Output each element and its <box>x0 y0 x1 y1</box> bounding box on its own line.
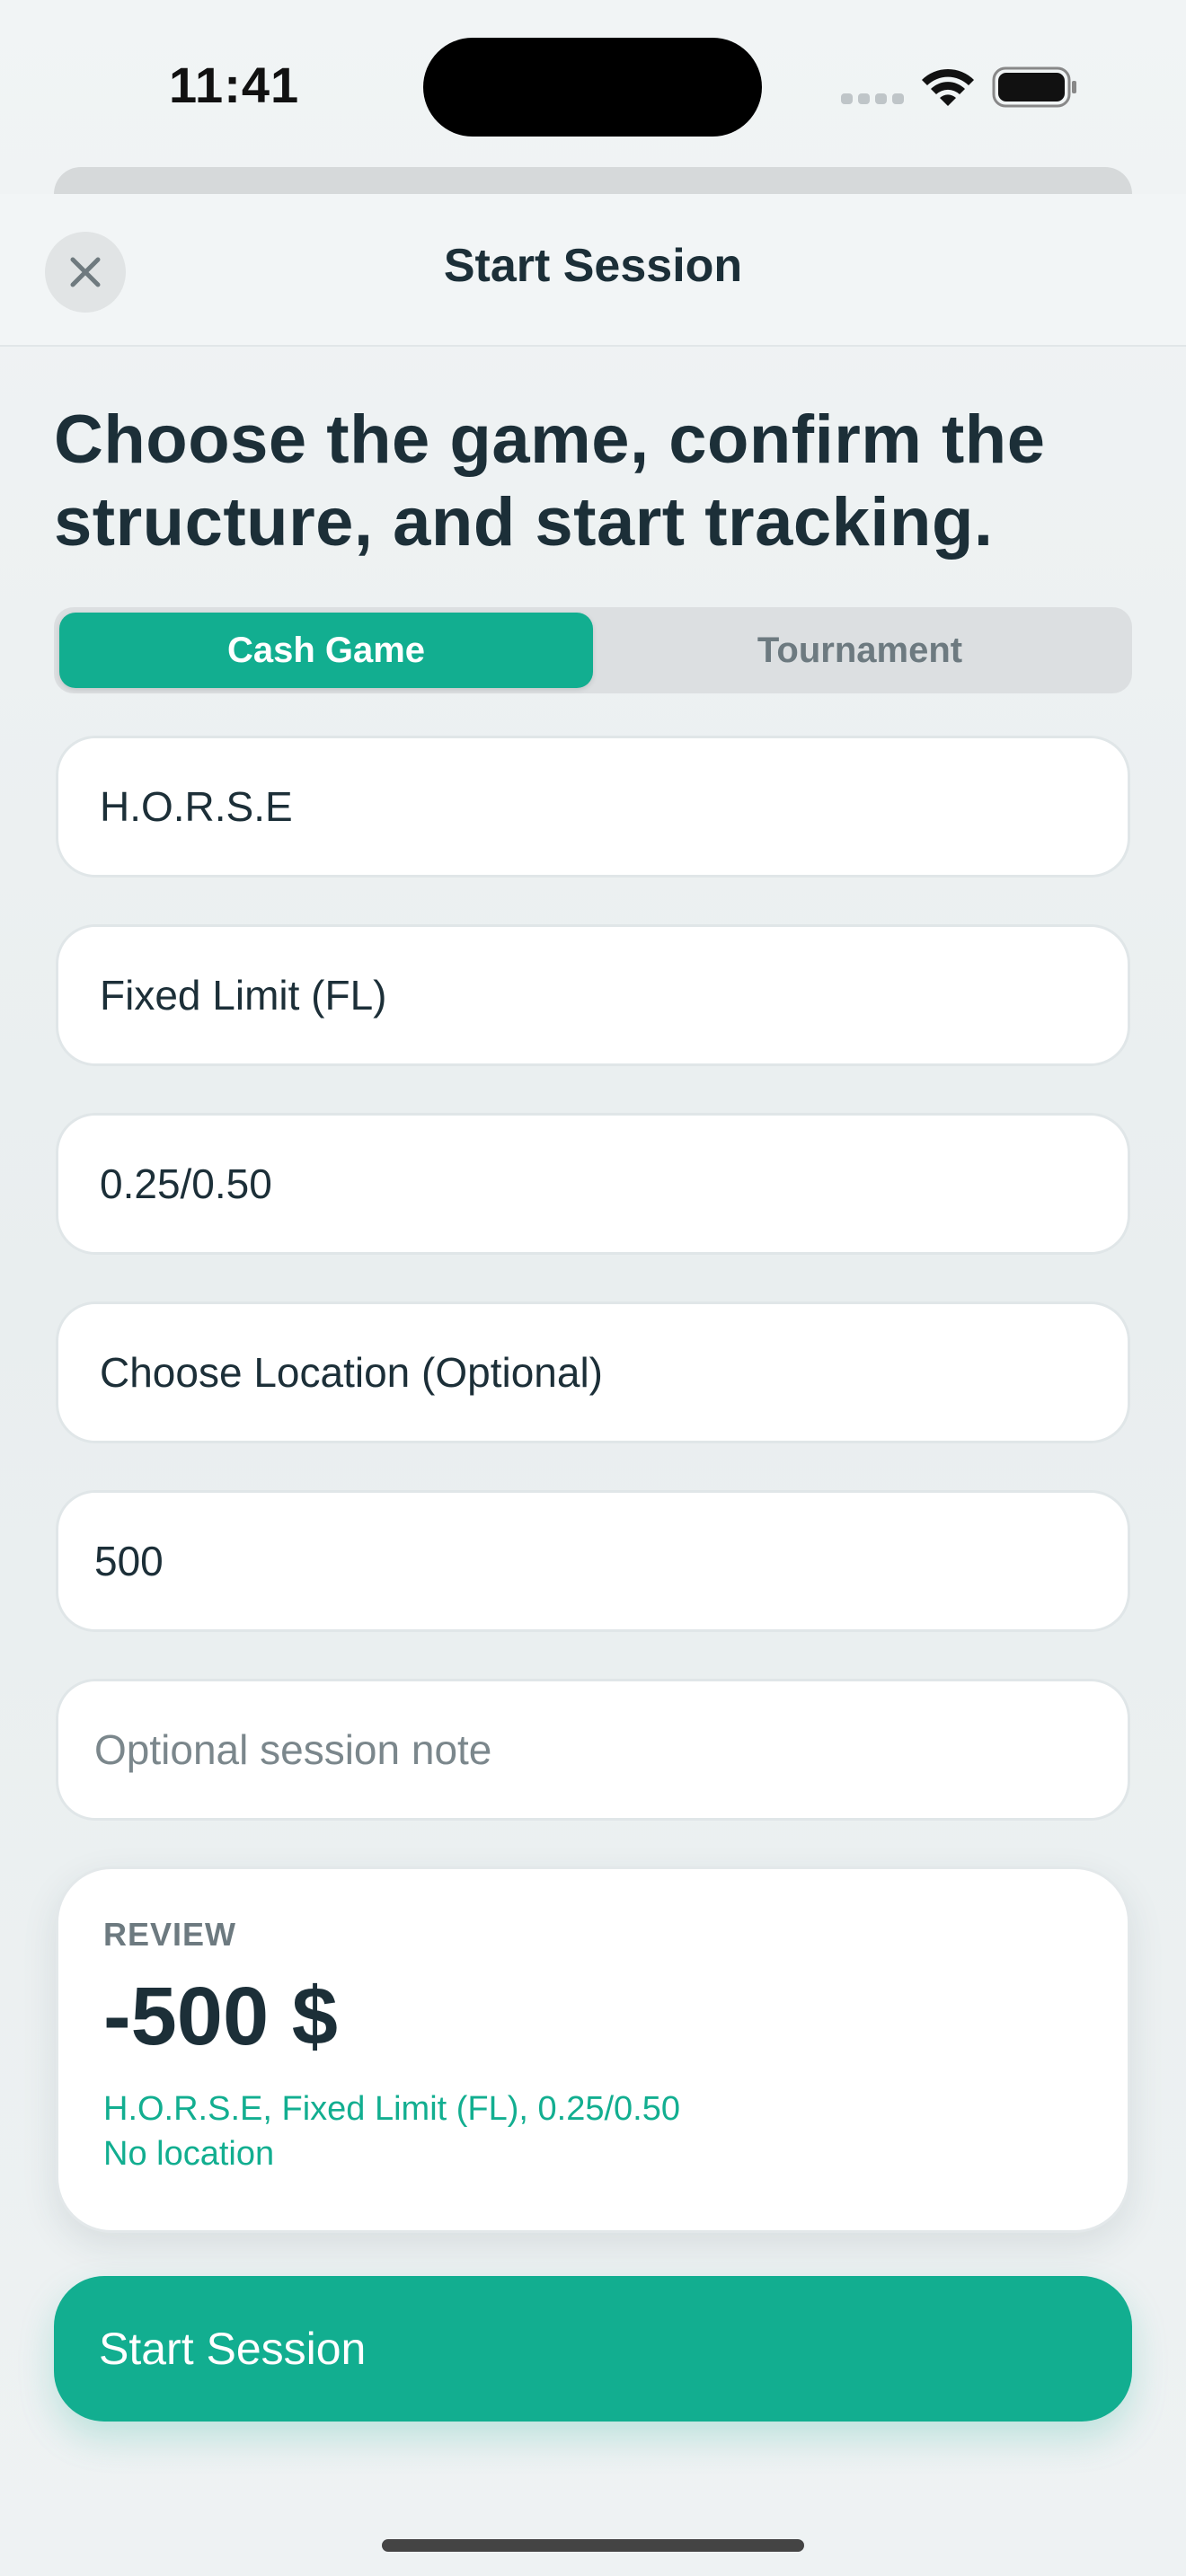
location-value: Choose Location (Optional) <box>100 1349 603 1396</box>
home-indicator <box>382 2539 804 2552</box>
headline: Choose the game, confirm the structure, … <box>54 401 1046 560</box>
review-amount: -500 $ <box>103 1971 338 2062</box>
session-note-input[interactable] <box>94 1725 1122 1774</box>
game-select[interactable]: H.O.R.S.E <box>56 736 1130 878</box>
signal-icon <box>841 93 904 106</box>
start-session-button[interactable]: Start Session <box>54 2276 1132 2422</box>
limit-value: Fixed Limit (FL) <box>100 972 387 1019</box>
dynamic-island <box>423 38 762 137</box>
battery-icon <box>992 66 1076 108</box>
sheet-top-edge <box>54 167 1132 194</box>
wifi-icon <box>922 68 974 106</box>
status-bar: 11:41 <box>0 0 1186 162</box>
review-summary-line: H.O.R.S.E, Fixed Limit (FL), 0.25/0.50 <box>103 2090 680 2128</box>
segment-tournament[interactable]: Tournament <box>593 613 1127 688</box>
review-summary: H.O.R.S.E, Fixed Limit (FL), 0.25/0.50 N… <box>103 2086 1128 2176</box>
session-note-field[interactable] <box>56 1679 1130 1821</box>
location-select[interactable]: Choose Location (Optional) <box>56 1301 1130 1443</box>
game-type-segmented-control: Cash Game Tournament <box>54 607 1132 693</box>
stakes-value: 0.25/0.50 <box>100 1160 272 1207</box>
segment-cash-game[interactable]: Cash Game <box>59 613 593 688</box>
page-title: Start Session <box>443 240 743 292</box>
buy-in-field[interactable] <box>56 1490 1130 1632</box>
review-label: REVIEW <box>103 1916 237 1953</box>
game-value: H.O.R.S.E <box>100 783 293 830</box>
review-location-line: No location <box>103 2135 275 2173</box>
status-time: 11:41 <box>169 57 300 113</box>
limit-select[interactable]: Fixed Limit (FL) <box>56 924 1130 1066</box>
buy-in-input[interactable] <box>94 1537 1122 1585</box>
stakes-select[interactable]: 0.25/0.50 <box>56 1113 1130 1255</box>
nav-bar: Start Session <box>0 194 1186 347</box>
review-card: REVIEW -500 $ H.O.R.S.E, Fixed Limit (FL… <box>56 1866 1130 2233</box>
